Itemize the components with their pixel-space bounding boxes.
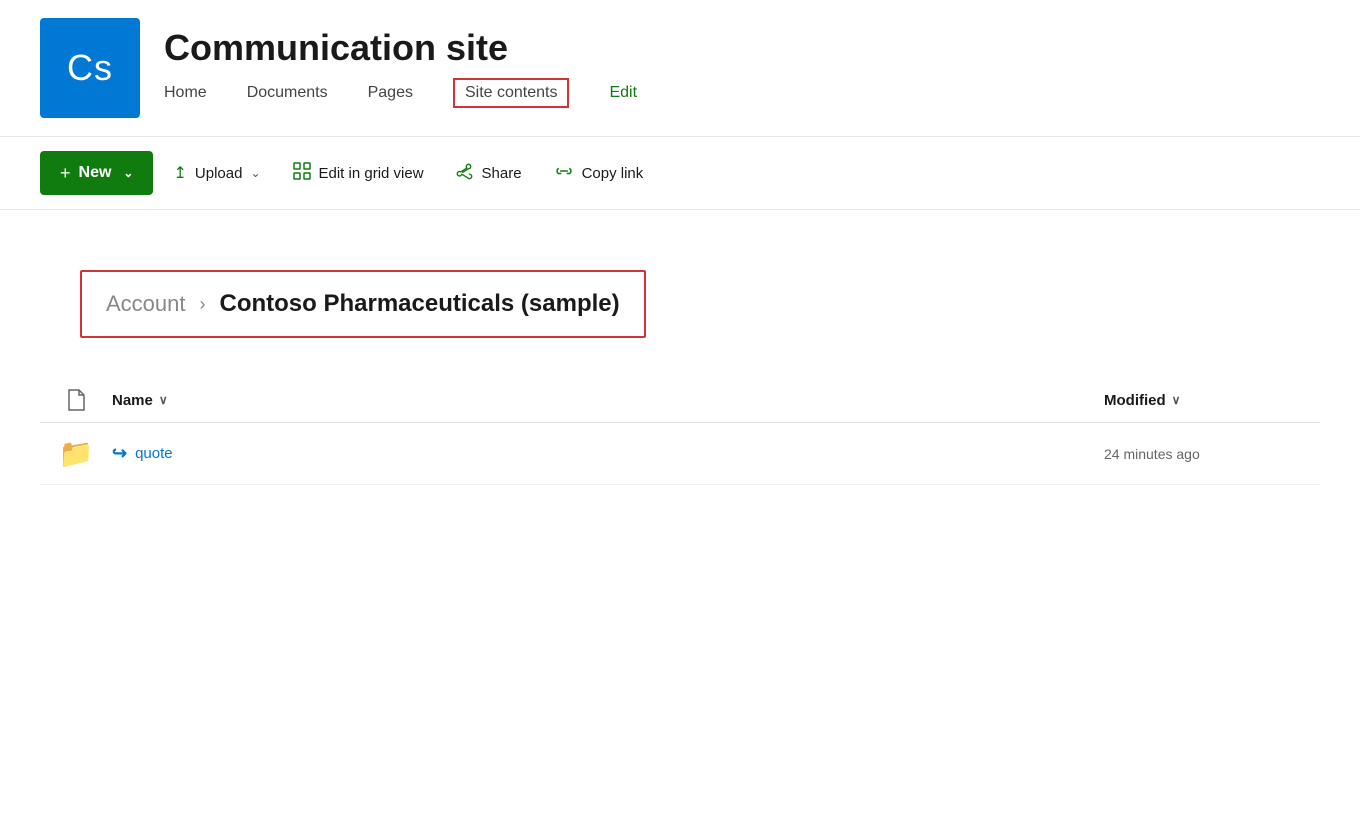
plus-icon: + [60,163,71,184]
grid-icon [293,162,311,185]
file-name[interactable]: quote [135,445,173,462]
modified-cell: 24 minutes ago [1104,446,1304,462]
file-name-cell: ↪ quote [112,443,1088,464]
syncing-icon: ↪ [112,443,127,464]
share-label: Share [482,165,522,182]
site-logo[interactable]: Cs [40,18,140,118]
file-list-header: Name ∨ Modified ∨ [40,378,1320,423]
chevron-down-icon: ⌄ [123,166,133,180]
copy-link-label: Copy link [582,165,644,182]
nav-item-home[interactable]: Home [164,80,207,106]
edit-grid-button[interactable]: Edit in grid view [281,154,436,193]
breadcrumb-wrapper: Account › Contoso Pharmaceuticals (sampl… [40,240,1320,358]
column-name[interactable]: Name ∨ [112,392,1088,409]
table-row[interactable]: 📁 ↪ quote 24 minutes ago [40,423,1320,485]
folder-icon: 📁 [59,437,94,470]
column-name-label: Name [112,392,153,409]
modified-sort-icon: ∨ [1172,393,1181,407]
column-modified-label: Modified [1104,392,1166,409]
site-title-nav: Communication site Home Documents Pages … [164,28,637,108]
upload-button[interactable]: ↥ Upload ⌄ [161,155,272,191]
copy-link-button[interactable]: Copy link [542,155,656,192]
upload-icon: ↥ [173,163,186,183]
upload-label: Upload [195,165,243,182]
new-button[interactable]: + New ⌄ [40,151,153,195]
site-header: Cs Communication site Home Documents Pag… [0,0,1360,137]
logo-text: Cs [67,47,113,89]
share-button[interactable]: Share [444,154,534,193]
link-icon [554,163,574,184]
nav-item-site-contents[interactable]: Site contents [453,78,570,108]
nav-item-edit[interactable]: Edit [609,80,637,106]
name-sort-icon: ∨ [159,393,168,407]
upload-chevron-icon: ⌄ [250,166,260,180]
breadcrumb-separator: › [200,294,206,315]
site-nav: Home Documents Pages Site contents Edit [164,78,637,108]
nav-item-documents[interactable]: Documents [247,80,328,106]
folder-icon-col: 📁 [56,437,96,470]
edit-grid-label: Edit in grid view [319,165,424,182]
site-title: Communication site [164,28,637,68]
toolbar: + New ⌄ ↥ Upload ⌄ Edit in grid view Sha… [0,137,1360,210]
header-icon-col [56,388,96,412]
breadcrumb: Account › Contoso Pharmaceuticals (sampl… [80,270,646,338]
share-icon [456,162,474,185]
breadcrumb-current: Contoso Pharmaceuticals (sample) [220,290,620,318]
breadcrumb-parent[interactable]: Account [106,291,186,317]
nav-item-pages[interactable]: Pages [368,80,413,106]
file-list: Name ∨ Modified ∨ 📁 ↪ quote 24 minutes a… [40,378,1320,485]
column-modified[interactable]: Modified ∨ [1104,392,1304,409]
new-button-label: New [79,164,112,182]
